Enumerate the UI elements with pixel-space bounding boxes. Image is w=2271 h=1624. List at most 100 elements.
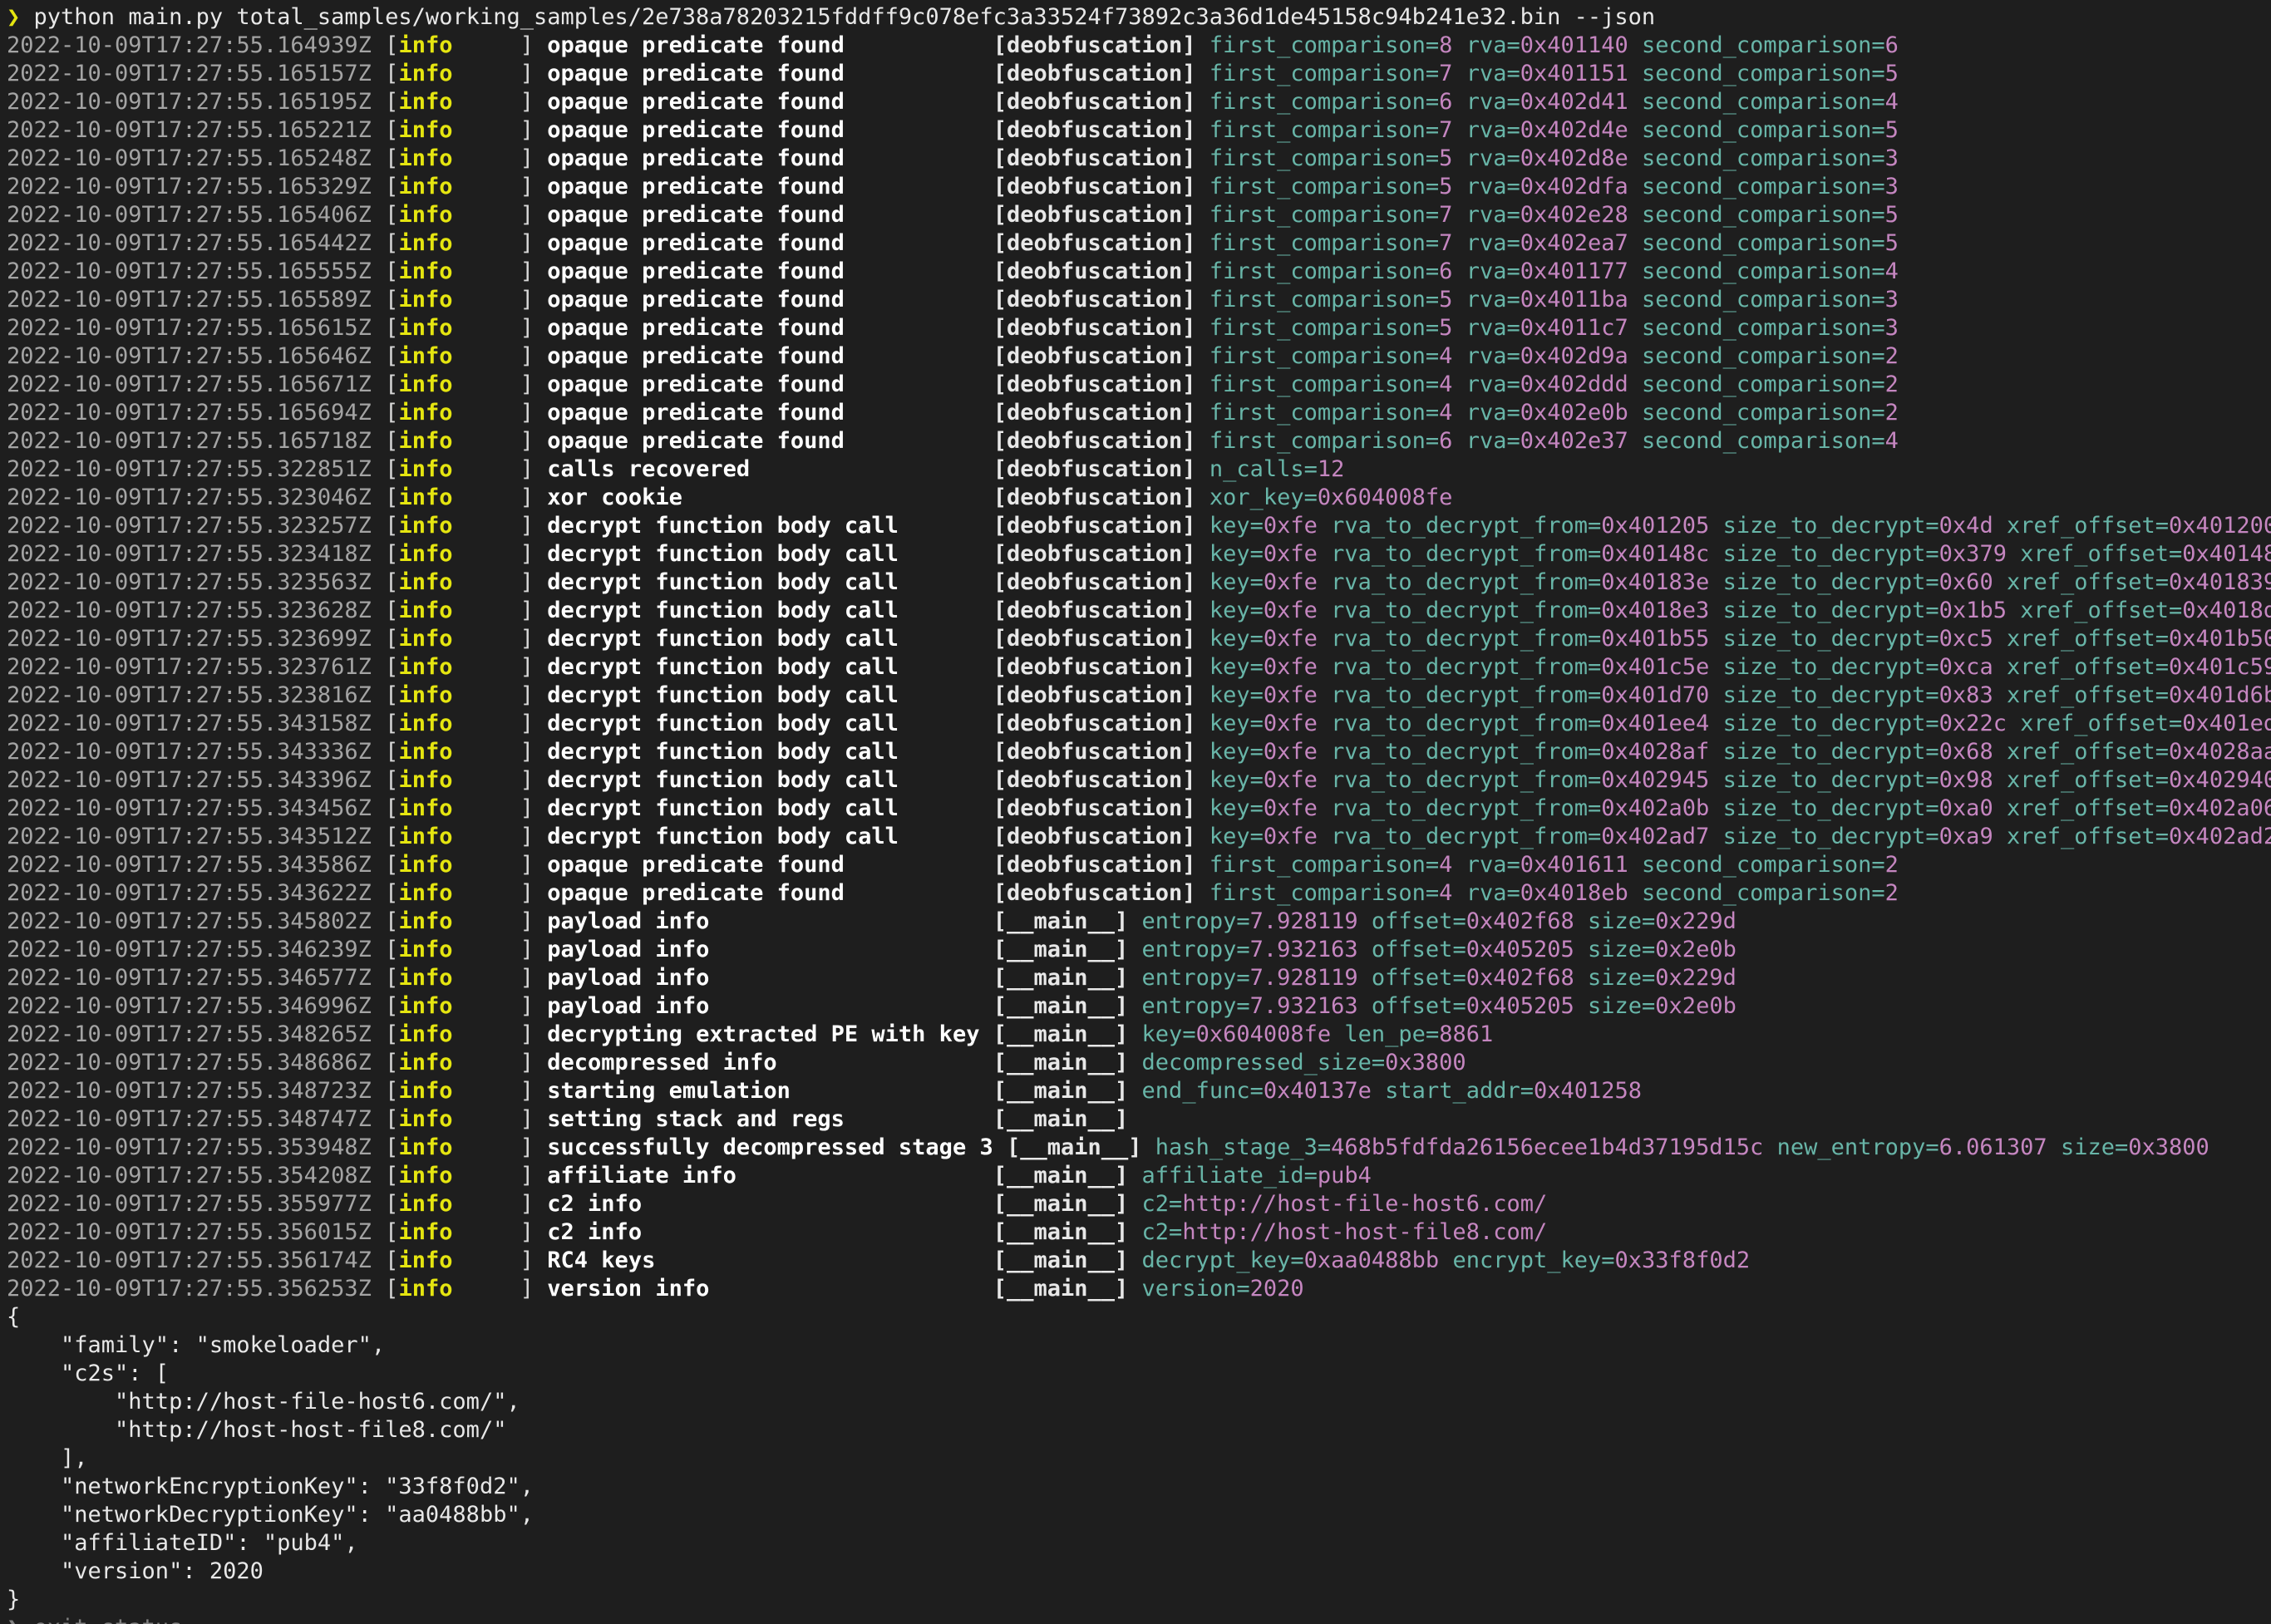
log-line: 2022-10-09T17:27:55.165248Z [info ] opaq… [7,145,2271,173]
log-message: opaque predicate found [547,258,993,284]
log-module: [deobfuscation] [993,569,1196,595]
level-bracket-open: [ [385,372,399,397]
log-kv-key: offset= [1371,937,1466,962]
log-kv-key: first_comparison= [1209,400,1440,426]
log-kv-key: size_to_decrypt= [1722,739,1939,765]
log-level: info [398,1021,520,1047]
log-line: 2022-10-09T17:27:55.348686Z [info ] deco… [7,1049,2271,1077]
log-kv-value: 7 [1439,117,1453,143]
level-bracket-close: ] [520,258,534,284]
log-kv-value: 0xa0 [1938,795,1993,821]
level-bracket-open: [ [385,1219,399,1245]
log-kv-value: 0x4018eb [1520,880,1628,906]
log-module: [deobfuscation] [993,767,1196,793]
json-line: "c2s": [ [7,1361,170,1386]
log-line: 2022-10-09T17:27:55.346996Z [info ] payl… [7,992,2271,1021]
log-level: info [398,89,520,115]
log-kv-value: 0xfe [1263,654,1318,680]
level-bracket-open: [ [385,993,399,1019]
log-kv-key: second_comparison= [1642,32,1885,58]
log-line: 2022-10-09T17:27:55.165671Z [info ] opaq… [7,371,2271,399]
log-kv-value: 0x229d [1655,908,1737,934]
level-bracket-open: [ [385,400,399,426]
log-kv-value: 0xfe [1263,767,1318,793]
log-timestamp: 2022-10-09T17:27:55.323046Z [7,485,372,510]
level-bracket-open: [ [385,258,399,284]
log-level: info [398,1050,520,1075]
log-kv-value: 0x40137e [1263,1078,1372,1104]
log-line: 2022-10-09T17:27:55.323761Z [info ] decr… [7,653,2271,682]
log-output: 2022-10-09T17:27:55.164939Z [info ] opaq… [7,32,2271,1303]
log-line: 2022-10-09T17:27:55.323816Z [info ] decr… [7,682,2271,710]
log-line: 2022-10-09T17:27:55.165442Z [info ] opaq… [7,229,2271,258]
log-kv-value: 0x402a06 [2169,795,2271,821]
log-level: info [398,202,520,228]
log-message: version info [547,1276,993,1302]
log-message: opaque predicate found [547,287,993,312]
log-kv-key: size_to_decrypt= [1722,711,1939,736]
log-kv-value: 5 [1884,230,1899,256]
log-kv-key: offset= [1371,965,1466,991]
log-level: info [398,598,520,623]
log-message: opaque predicate found [547,202,993,228]
log-kv-key: key= [1141,1021,1196,1047]
log-message: decrypt function body call [547,513,993,539]
log-module: [deobfuscation] [993,852,1196,878]
level-bracket-open: [ [385,1050,399,1075]
log-level: info [398,343,520,369]
log-timestamp: 2022-10-09T17:27:55.343512Z [7,824,372,849]
log-message: successfully decompressed stage 3 [547,1134,1007,1160]
level-bracket-open: [ [385,32,399,58]
log-kv-key: xref_offset= [2006,682,2170,708]
level-bracket-open: [ [385,202,399,228]
log-level: info [398,824,520,849]
log-kv-key: new_entropy= [1776,1134,1939,1160]
log-module: [deobfuscation] [993,32,1196,58]
log-message: opaque predicate found [547,89,993,115]
log-module: [__main__] [993,1163,1129,1188]
log-kv-value: 0x401140 [1520,32,1628,58]
log-kv-key: xref_offset= [2006,569,2170,595]
level-bracket-close: ] [520,626,534,652]
log-module: [deobfuscation] [993,117,1196,143]
log-kv-value: 0x401b55 [1601,626,1710,652]
log-level: info [398,258,520,284]
log-kv-value: 468b5fdfda26156ecee1b4d37195d15c [1331,1134,1764,1160]
log-kv-key: rva_to_decrypt_from= [1331,711,1602,736]
log-kv-key: xref_offset= [2006,739,2170,765]
log-kv-value: 0x401200 [2169,513,2271,539]
log-kv-key: entropy= [1141,993,1250,1019]
log-kv-value: 0x3800 [2128,1134,2209,1160]
log-message: decrypt function body call [547,739,993,765]
log-kv-key: c2= [1141,1219,1183,1245]
log-kv-key: end_func= [1141,1078,1264,1104]
log-line: 2022-10-09T17:27:55.323418Z [info ] decr… [7,540,2271,568]
log-line: 2022-10-09T17:27:55.346239Z [info ] payl… [7,936,2271,964]
level-bracket-open: [ [385,1021,399,1047]
log-kv-key: rva= [1466,32,1520,58]
log-module: [deobfuscation] [993,682,1196,708]
log-message: c2 info [547,1191,993,1217]
level-bracket-open: [ [385,315,399,341]
log-message: payload info [547,908,993,934]
log-module: [__main__] [993,1106,1129,1132]
log-kv-value: 0xfe [1263,682,1318,708]
log-kv-value: 0x401611 [1520,852,1628,878]
log-message: opaque predicate found [547,174,993,199]
log-kv-value: 4 [1439,343,1453,369]
terminal-window[interactable]: ❯ python main.py total_samples/working_s… [0,0,2271,1624]
log-kv-value: 6 [1439,89,1453,115]
log-line: 2022-10-09T17:27:55.323046Z [info ] xor … [7,484,2271,512]
log-line: 2022-10-09T17:27:55.356174Z [info ] RC4 … [7,1247,2271,1275]
log-kv-value: 6.061307 [1938,1134,2047,1160]
log-level: info [398,541,520,567]
json-line: "affiliateID": "pub4", [7,1530,358,1556]
log-timestamp: 2022-10-09T17:27:55.343336Z [7,739,372,765]
log-message: opaque predicate found [547,428,993,454]
log-kv-value: 2 [1884,880,1899,906]
log-kv-key: size= [2060,1134,2129,1160]
log-timestamp: 2022-10-09T17:27:55.323418Z [7,541,372,567]
log-kv-value: 0x401ee4 [1601,711,1710,736]
log-module: [deobfuscation] [993,202,1196,228]
log-kv-value: 0x4018e3 [1601,598,1710,623]
